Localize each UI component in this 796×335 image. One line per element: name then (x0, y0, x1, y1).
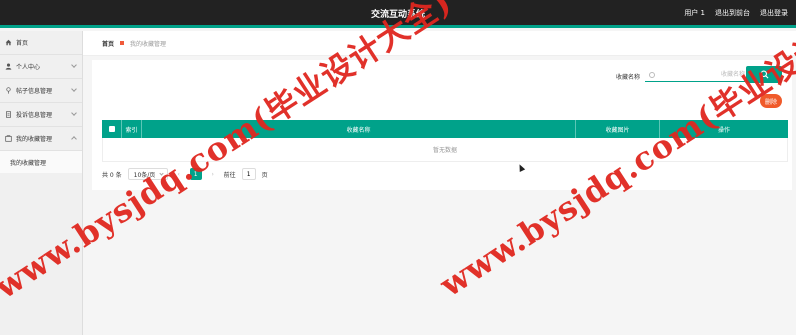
home-icon (4, 39, 12, 47)
sidebar-item-label: 帖子信息管理 (16, 88, 53, 95)
sidebar-item-label: 首页 (16, 40, 29, 47)
pagination: 共 0 条 10条/页 ‹ 1 › 前往 页 (102, 168, 268, 180)
search-input[interactable] (645, 68, 745, 82)
column-header-image: 收藏图片 (576, 120, 660, 138)
chevron-up-icon (71, 136, 77, 142)
column-header-index: 索引 (122, 120, 142, 138)
search-button[interactable] (746, 66, 782, 83)
select-all-checkbox[interactable] (102, 120, 122, 138)
breadcrumb-home[interactable]: 首页 (102, 39, 114, 48)
collection-icon (4, 135, 12, 143)
collection-table: 索引 收藏名称 收藏图片 操作 暂无数据 (102, 120, 788, 162)
table-empty-text: 暂无数据 (102, 138, 788, 162)
main-content: 收藏名称 删除 索引 收藏名称 收藏图片 操作 暂无数据 共 0 条 10条/页… (92, 60, 792, 190)
chevron-down-icon (71, 110, 77, 116)
sidebar-item-home[interactable]: 首页 (0, 31, 82, 55)
user-name[interactable]: 用户 1 (684, 8, 705, 18)
chevron-down-icon (159, 171, 164, 176)
sidebar-item-personal-center[interactable]: 个人中心 (0, 55, 82, 79)
user-icon (4, 63, 12, 71)
sidebar-item-my-collection[interactable]: 我的收藏管理 (0, 127, 82, 151)
sidebar-item-label: 我的收藏管理 (16, 136, 53, 143)
search-label: 收藏名称 (616, 74, 641, 81)
sidebar-item-label: 投诉信息管理 (16, 112, 53, 119)
goto-suffix: 页 (261, 171, 268, 179)
table-header: 索引 收藏名称 收藏图片 操作 (102, 120, 788, 138)
delete-button[interactable]: 删除 (760, 94, 782, 108)
goto-label: 前往 (223, 171, 236, 179)
prev-page-button[interactable]: ‹ (174, 168, 184, 180)
search-icon (760, 70, 768, 79)
chevron-down-icon (71, 62, 77, 68)
sidebar-item-post-management[interactable]: 帖子信息管理 (0, 79, 82, 103)
app-title: 交流互动系统 (370, 10, 425, 20)
breadcrumb-separator (120, 41, 125, 45)
sidebar-subitem-my-collection[interactable]: 我的收藏管理 (0, 151, 82, 173)
sidebar: 首页 个人中心 帖子信息管理 投诉信息管理 我的收藏管理 我的收藏管理 (0, 31, 83, 335)
breadcrumb-current: 我的收藏管理 (130, 40, 167, 48)
breadcrumb: 首页 我的收藏管理 (83, 31, 796, 56)
logout-link[interactable]: 退出登录 (760, 8, 788, 18)
search-icon (649, 72, 655, 78)
top-navbar: 交流互动系统 用户 1 退出到前台 退出登录 (0, 0, 796, 28)
sidebar-item-label: 个人中心 (16, 64, 41, 71)
document-icon (4, 111, 12, 119)
page-number-current[interactable]: 1 (189, 168, 202, 180)
page-size-value: 10条/页 (133, 171, 156, 179)
page-size-select[interactable]: 10条/页 (127, 168, 168, 180)
top-right-menu: 用户 1 退出到前台 退出登录 (684, 8, 788, 18)
pagination-total: 共 0 条 (102, 171, 122, 179)
goto-page-input[interactable] (241, 168, 256, 180)
navbar-accent-line (0, 25, 796, 28)
chevron-down-icon (71, 86, 77, 92)
next-page-button[interactable]: › (208, 168, 218, 180)
back-to-frontend-link[interactable]: 退出到前台 (715, 8, 750, 18)
column-header-name: 收藏名称 (142, 120, 576, 138)
sidebar-item-complaint-management[interactable]: 投诉信息管理 (0, 103, 82, 127)
column-header-actions: 操作 (717, 126, 730, 134)
pin-icon (4, 87, 12, 95)
